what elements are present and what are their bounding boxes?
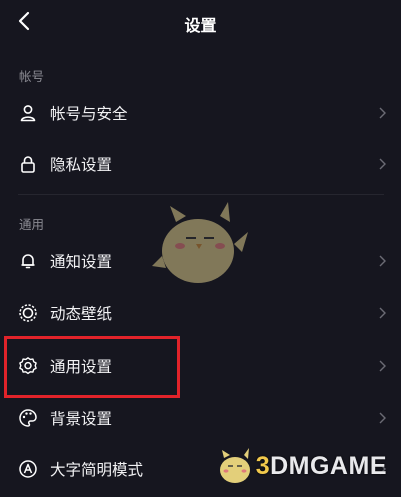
chevron-right-icon: [377, 105, 387, 121]
settings-item-live-wallpaper[interactable]: 动态壁纸: [0, 291, 401, 335]
settings-item-label: 背景设置: [50, 410, 113, 428]
mascot-watermark-icon: [152, 202, 248, 283]
section-divider: [18, 194, 384, 195]
lock-icon: [18, 154, 38, 174]
watermark-text: 3DMGAME: [255, 451, 387, 480]
page-title: 设置: [184, 16, 217, 35]
chevron-right-icon: [377, 305, 387, 321]
settings-item-account-security[interactable]: 帐号与安全: [0, 91, 401, 135]
highlight-annotation-box: [4, 336, 180, 398]
chevron-right-icon: [377, 156, 387, 172]
chick-logo-icon: [219, 448, 250, 483]
settings-item-label: 隐私设置: [50, 156, 113, 174]
settings-item-label: 帐号与安全: [50, 105, 128, 123]
person-icon: [18, 103, 38, 123]
chevron-right-icon: [377, 253, 387, 269]
settings-item-label: 动态壁纸: [50, 305, 113, 323]
header-bar: 设置: [0, 0, 401, 44]
text-mode-icon: [18, 459, 38, 479]
section-label-account: 帐号: [19, 69, 45, 84]
settings-item-label: 大字简明模式: [50, 461, 144, 479]
chevron-right-icon: [377, 358, 387, 374]
bell-icon: [18, 251, 38, 271]
settings-item-background[interactable]: 背景设置: [0, 396, 401, 440]
chevron-right-icon: [377, 410, 387, 426]
section-label-general: 通用: [19, 217, 45, 232]
settings-item-privacy[interactable]: 隐私设置: [0, 142, 401, 186]
palette-icon: [18, 408, 38, 428]
settings-item-label: 通知设置: [50, 253, 113, 271]
wallpaper-icon: [18, 303, 38, 323]
watermark-logo: 3DMGAME: [214, 446, 387, 486]
